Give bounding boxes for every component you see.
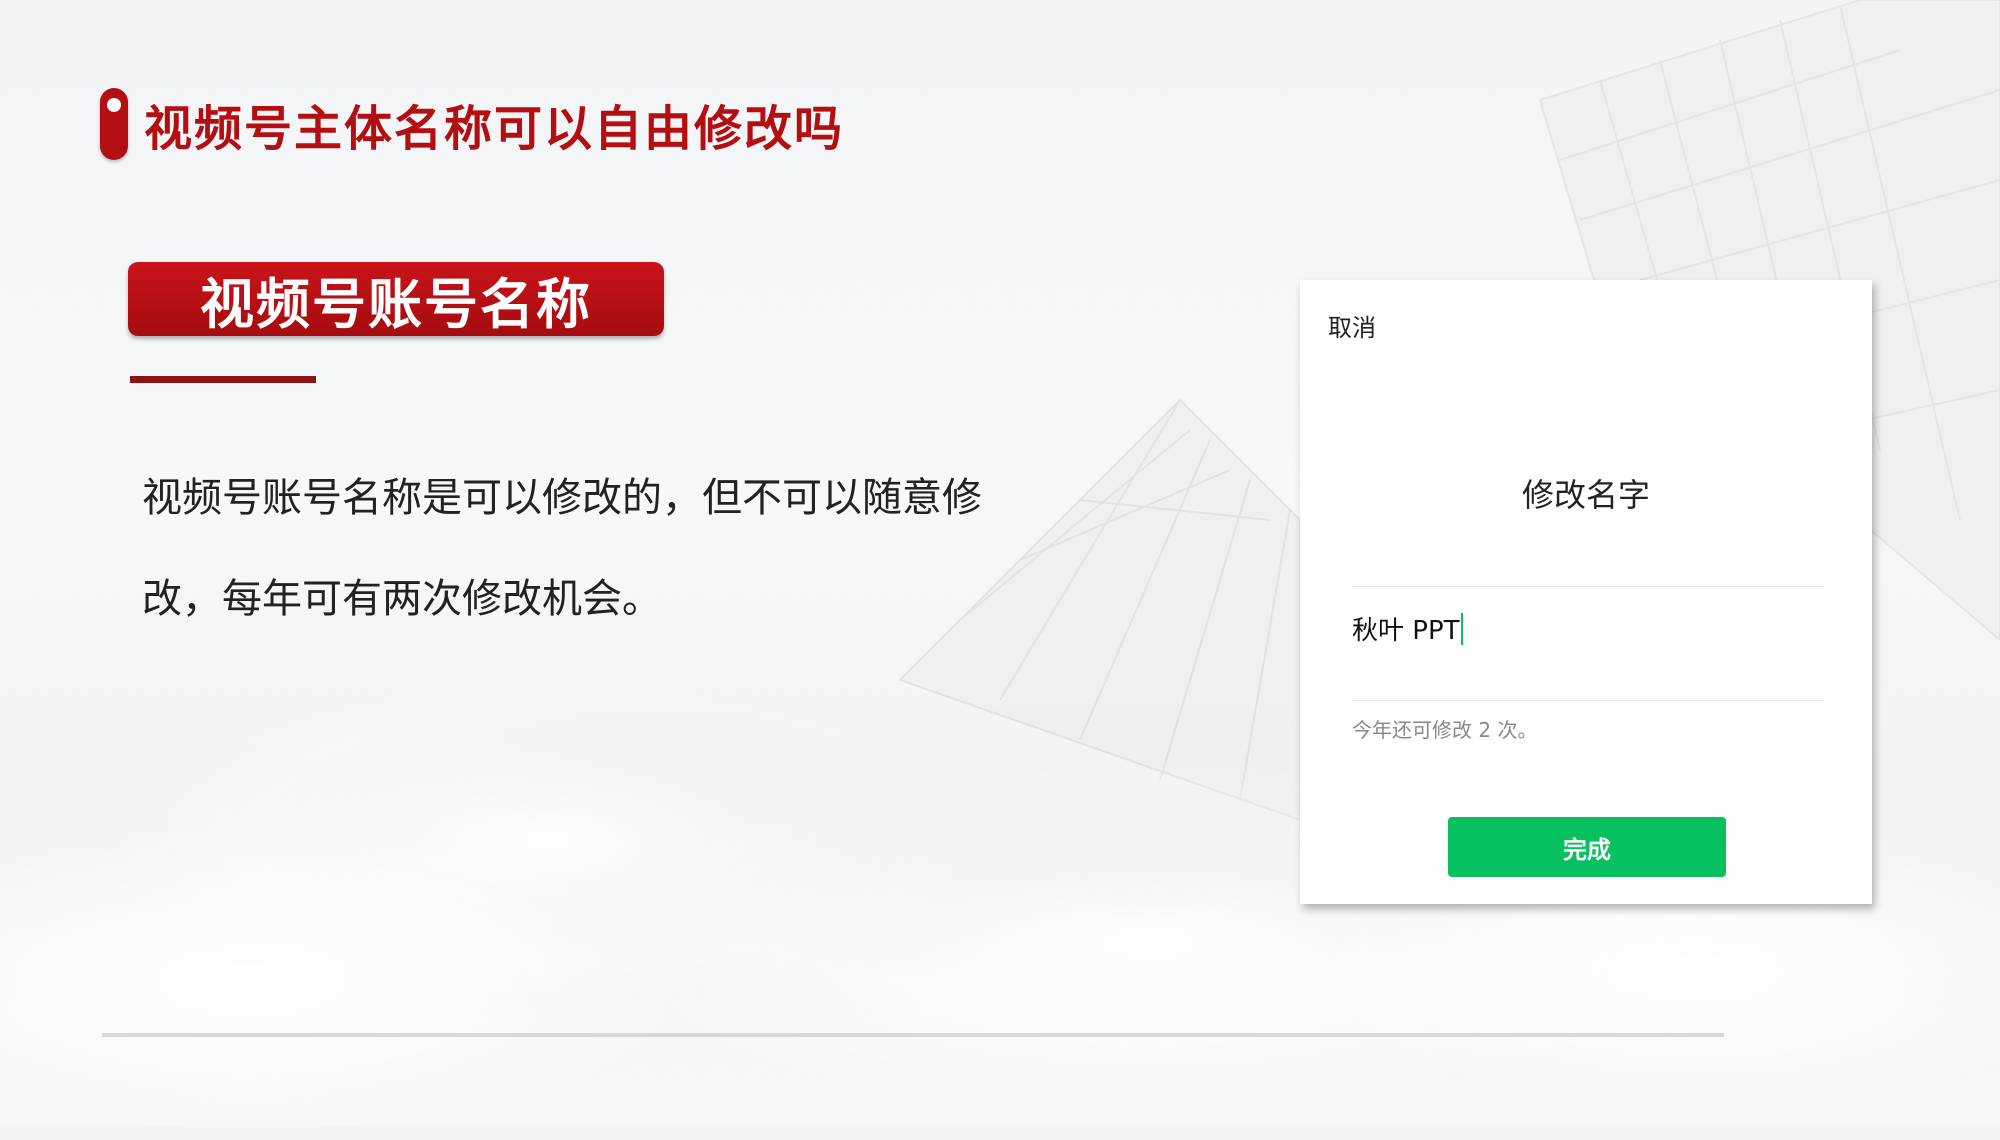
divider — [1352, 700, 1824, 701]
body-line-1: 视频号账号名称是可以修改的，但不可以随意修 — [142, 475, 982, 521]
title-marker-icon — [100, 88, 128, 160]
name-input-value: 秋叶 PPT — [1352, 616, 1460, 646]
section-label: 视频号账号名称 — [128, 262, 664, 336]
section-label-text: 视频号账号名称 — [200, 272, 592, 336]
title-bar: 视频号主体名称可以自由修改吗 — [100, 88, 844, 160]
section-underline — [130, 376, 316, 383]
done-button[interactable]: 完成 — [1448, 817, 1726, 877]
remaining-changes-hint: 今年还可修改 2 次。 — [1352, 718, 1538, 742]
done-button-label: 完成 — [1563, 835, 1611, 864]
divider — [1352, 586, 1824, 587]
rename-dialog: 取消 修改名字 秋叶 PPT 今年还可修改 2 次。 完成 — [1300, 280, 1872, 904]
cancel-button[interactable]: 取消 — [1328, 308, 1376, 343]
page-title: 视频号主体名称可以自由修改吗 — [144, 101, 845, 157]
text-caret — [1460, 613, 1463, 645]
dialog-title: 修改名字 — [1521, 476, 1650, 514]
name-input[interactable]: 秋叶 PPT — [1352, 610, 1463, 647]
body-paragraph: 视频号账号名称是可以修改的，但不可以随意修 改，每年可有两次修改机会。 — [142, 448, 1042, 650]
footer-divider — [102, 1033, 1724, 1037]
body-line-2: 改，每年可有两次修改机会。 — [142, 576, 662, 622]
